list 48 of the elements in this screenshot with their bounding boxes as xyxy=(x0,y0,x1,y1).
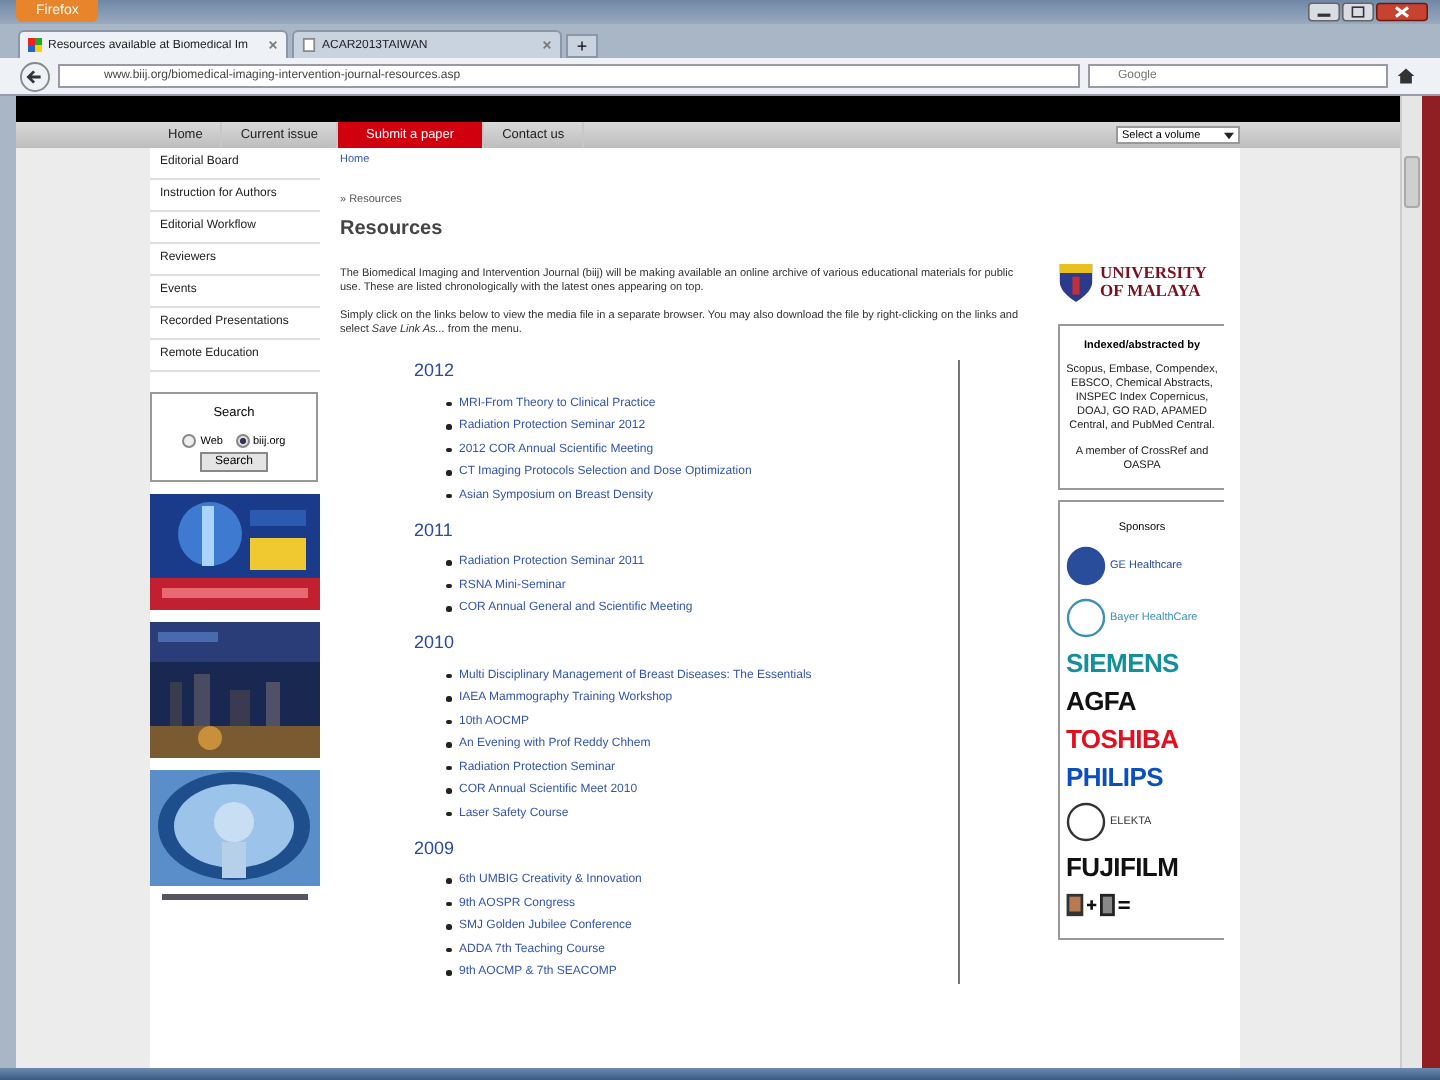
close-tab-icon[interactable] xyxy=(542,40,552,50)
scrollbar[interactable] xyxy=(1400,96,1422,1068)
page-icon xyxy=(302,38,316,52)
scroll-thumb[interactable] xyxy=(1404,156,1420,208)
home-icon[interactable] xyxy=(1396,66,1416,86)
bullet-icon xyxy=(446,493,451,498)
bullet-icon xyxy=(446,924,451,929)
year-heading: 2011 xyxy=(414,519,455,539)
site-favicon-icon xyxy=(28,38,42,52)
page-heading: Resources xyxy=(340,218,445,240)
close-icon[interactable] xyxy=(1376,2,1428,22)
devices-drawing xyxy=(1066,892,1134,918)
back-icon[interactable] xyxy=(20,61,50,91)
sponsor-wordmark: TOSHIBA xyxy=(1066,726,1179,752)
bullet-icon xyxy=(446,765,451,770)
university-name: UNIVERSITY OF MALAYA xyxy=(1100,264,1209,300)
year-heading: 2012 xyxy=(414,360,457,380)
dropdown-caret-icon xyxy=(1224,131,1234,139)
new-tab-button[interactable]: + xyxy=(566,34,598,58)
sponsor-wordmark: SIEMENS xyxy=(1066,650,1179,676)
minimize-icon[interactable] xyxy=(1308,2,1340,22)
bullet-icon xyxy=(446,447,451,452)
sponsor-wordmark: AGFA xyxy=(1066,688,1136,714)
bullet-icon xyxy=(446,401,451,406)
bullet-icon xyxy=(446,947,451,952)
bullet-icon xyxy=(446,970,451,975)
close-tab-icon[interactable] xyxy=(268,40,278,50)
bullet-icon xyxy=(446,470,451,475)
bullet-icon xyxy=(446,878,451,883)
bullet-icon xyxy=(446,742,451,747)
bullet-icon xyxy=(446,673,451,678)
bullet-icon xyxy=(446,696,451,701)
bullet-icon xyxy=(446,788,451,793)
bullet-icon xyxy=(446,583,451,588)
bullet-icon xyxy=(446,606,451,611)
bullet-icon xyxy=(446,811,451,816)
bullet-icon xyxy=(446,560,451,565)
bullet-icon xyxy=(446,424,451,429)
radio-button[interactable] xyxy=(235,434,249,448)
year-heading: 2009 xyxy=(414,837,457,857)
radio-button[interactable] xyxy=(182,434,197,448)
maximize-icon[interactable] xyxy=(1342,2,1374,22)
bullet-icon xyxy=(446,719,451,724)
year-heading: 2010 xyxy=(414,632,457,652)
crest-icon xyxy=(1058,260,1094,304)
bullet-icon xyxy=(446,901,451,906)
sponsor-wordmark: PHILIPS xyxy=(1066,764,1163,790)
sponsor-wordmark: FUJIFILM xyxy=(1066,854,1179,880)
